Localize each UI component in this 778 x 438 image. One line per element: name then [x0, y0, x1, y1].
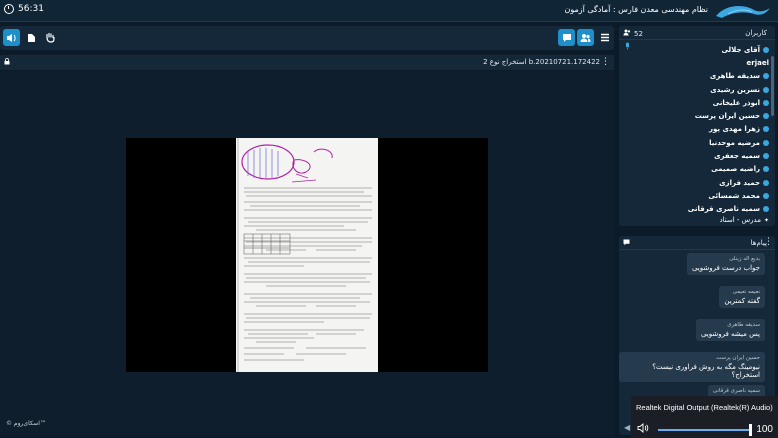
user-list: آقای جلالی erjael سدیقه طاهری نسرین رشید… — [619, 40, 775, 225]
document-page — [236, 138, 378, 372]
users-panel-header: 52 کاربران — [619, 26, 775, 40]
volume-icon[interactable] — [637, 423, 649, 436]
timer-value: 56:31 — [18, 4, 44, 14]
user-icon — [763, 166, 769, 173]
slide-viewport[interactable] — [126, 138, 488, 372]
presentation-header: استخراج نوع 2 b.20210721.172422 ⋮ — [0, 55, 614, 70]
user-icon — [763, 113, 769, 120]
presentation-stage: © اسکای‌روم™ — [0, 71, 614, 435]
lock-icon — [4, 58, 10, 67]
users-panel-title: کاربران — [745, 29, 767, 37]
logo-icon — [716, 6, 770, 18]
volume-slider[interactable] — [658, 424, 752, 436]
menu-icon[interactable] — [596, 29, 613, 46]
document-scan — [237, 138, 372, 372]
user-icon — [763, 206, 769, 213]
star-icon: ✦ — [763, 216, 769, 224]
message-sender: بدیع اله زینلی — [729, 256, 760, 262]
list-item[interactable]: مرضیه موحدنیا — [623, 136, 769, 149]
more-options-icon[interactable]: ⋮ — [601, 57, 610, 67]
users-panel: 52 کاربران آقای جلالی erjael سدیقه طاهری… — [619, 26, 775, 226]
chat-panel-header: پیام‌ها ⋮ — [619, 236, 775, 250]
list-item[interactable]: سدیقه طاهری — [623, 70, 769, 83]
volume-slider-thumb[interactable] — [749, 424, 752, 436]
chat-more-icon[interactable]: ⋮ — [764, 237, 773, 247]
users-count-icon — [623, 29, 631, 38]
users-scrollbar[interactable] — [771, 56, 774, 116]
list-item[interactable]: آقای جلالی — [623, 43, 769, 56]
message-sender: نعیمه نعیمی — [732, 289, 760, 295]
message-sender: حسین ایران پرست — [716, 355, 760, 361]
list-item[interactable]: سمیه جعفری — [623, 149, 769, 162]
top-bar: 56:31 نظام مهندسی معدن فارس : آمادگی آزم… — [0, 0, 778, 22]
user-icon — [763, 192, 769, 199]
chat-icon[interactable] — [558, 29, 575, 46]
user-icon — [763, 139, 769, 146]
list-item[interactable]: erjael — [623, 56, 769, 69]
chat-message: حسین ایران پرست نیومینگ مگه به روش فراور… — [619, 352, 765, 382]
volume-slider-fill — [658, 429, 752, 431]
session-timer: 56:31 — [4, 4, 44, 14]
list-item[interactable]: ابوذر علیخانی — [623, 96, 769, 109]
chat-message: بدیع اله زینلی جواب درست فروشویی — [686, 253, 765, 275]
watermark: © اسکای‌روم™ — [6, 420, 46, 427]
user-icon — [763, 99, 769, 106]
list-item[interactable]: حمید فرازی — [623, 176, 769, 189]
user-icon — [763, 179, 769, 186]
message-text: جواب درست فروشویی — [691, 264, 760, 272]
list-item[interactable]: مدرس - استاد ✦ — [623, 216, 769, 225]
user-icon — [763, 73, 769, 80]
list-item[interactable]: سمیه ناصری قرقانی — [623, 203, 769, 216]
message-text: پس میشه فروشویی — [700, 330, 760, 338]
list-item[interactable]: زهرا مهدی پور — [623, 123, 769, 136]
users-icon[interactable] — [577, 29, 594, 46]
hand-icon[interactable] — [41, 29, 58, 46]
user-icon — [763, 126, 769, 133]
send-icon[interactable]: ◀ — [624, 423, 630, 432]
list-item[interactable]: نسرین رشیدی — [623, 83, 769, 96]
volume-popup: Realtek Digital Output (Realtek(R) Audio… — [631, 396, 778, 438]
chat-message: سدیقه طاهری پس میشه فروشویی — [695, 319, 765, 341]
list-item[interactable]: محمد شمسائی — [623, 189, 769, 202]
user-icon — [763, 153, 769, 160]
list-item[interactable]: حسین ایران پرست — [623, 109, 769, 122]
message-sender: سمیه ناصری قرقانی — [712, 388, 760, 394]
message-text: نیومینگ مگه به روش فراوری نیست؟استخراج؟ — [652, 363, 760, 379]
chat-message: نعیمه نعیمی گفته کمترین — [719, 286, 765, 308]
main-toolbar — [0, 26, 614, 50]
file-icon[interactable] — [23, 29, 40, 46]
clock-icon — [4, 4, 14, 14]
volume-value: 100 — [756, 424, 773, 435]
message-text: گفته کمترین — [724, 297, 760, 305]
speaker-icon[interactable] — [3, 29, 20, 46]
presentation-title: استخراج نوع 2 b.20210721.172422 — [483, 58, 600, 66]
user-icon — [763, 86, 769, 93]
user-icon — [763, 46, 769, 53]
list-item[interactable]: راضیه صمیمی — [623, 163, 769, 176]
message-sender: سدیقه طاهری — [727, 322, 760, 328]
app-title: نظام مهندسی معدن فارس : آمادگی آزمون — [564, 5, 708, 14]
audio-device-name: Realtek Digital Output (Realtek(R) Audio… — [636, 403, 773, 412]
chat-bubble-icon — [623, 239, 630, 246]
users-count: 52 — [634, 29, 643, 38]
